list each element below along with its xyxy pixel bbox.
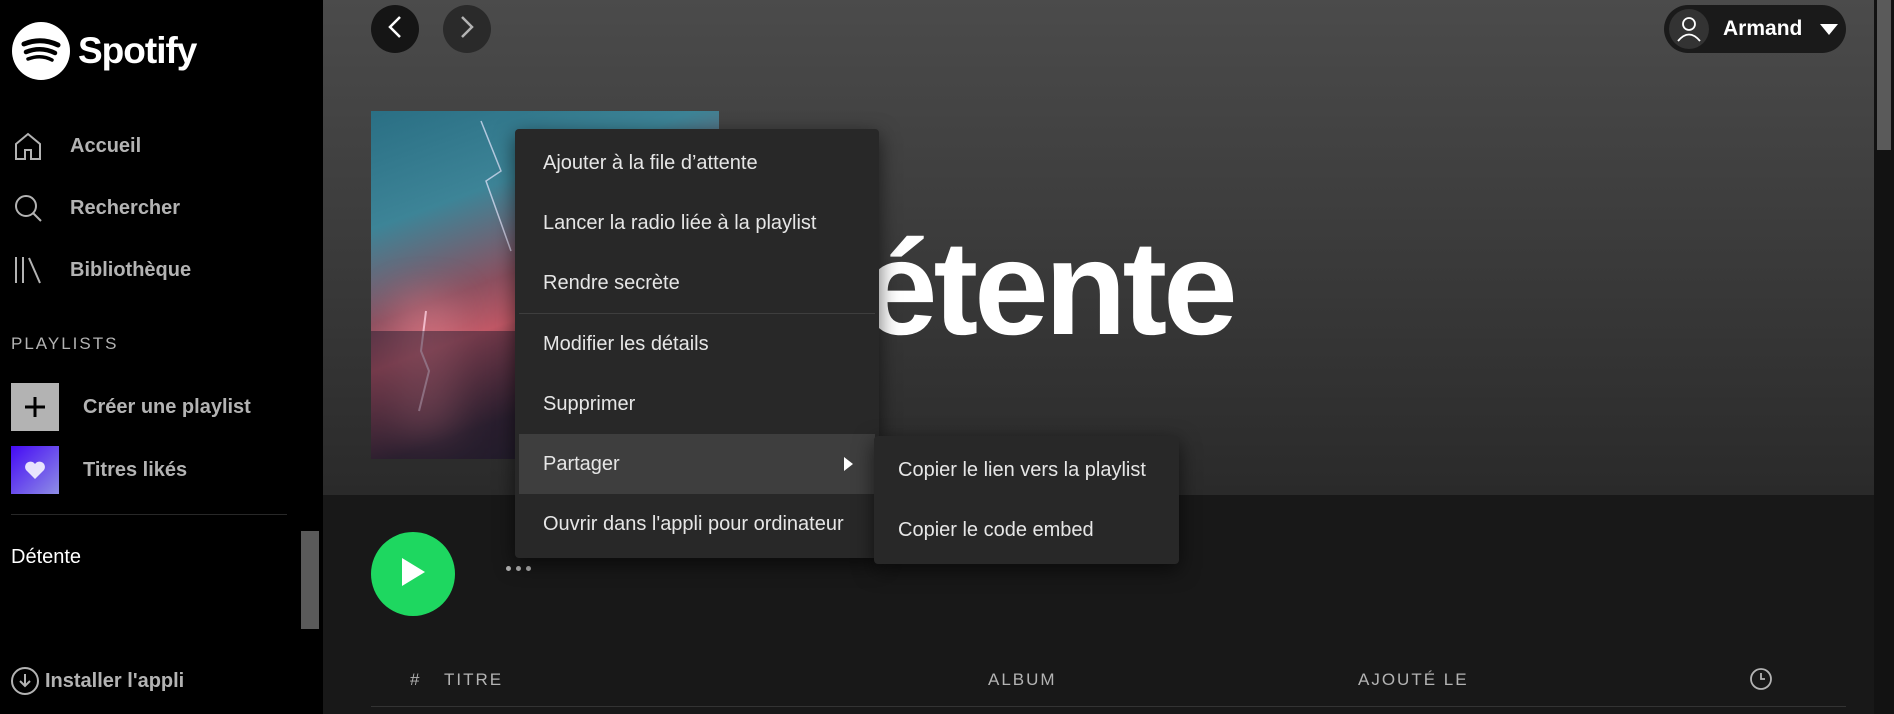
install-app-button[interactable]: Installer l'appli xyxy=(11,667,184,695)
sidebar-scrollbar[interactable] xyxy=(301,531,319,629)
play-button[interactable] xyxy=(371,532,455,616)
sidebar-playlist-detente[interactable]: Détente xyxy=(11,546,81,569)
share-submenu: Copier le lien vers la playlist Copier l… xyxy=(874,436,1179,564)
create-playlist-label: Créer une playlist xyxy=(83,395,251,418)
user-avatar-icon xyxy=(1669,9,1709,49)
search-icon xyxy=(12,192,44,224)
column-date-added[interactable]: AJOUTÉ LE xyxy=(1358,670,1469,690)
menu-item-share[interactable]: Partager xyxy=(519,434,875,494)
column-title[interactable]: TITRE xyxy=(444,670,503,690)
install-app-label: Installer l'appli xyxy=(45,669,185,692)
nav-library-label: Bibliothèque xyxy=(70,258,192,281)
download-icon xyxy=(11,667,39,695)
home-icon xyxy=(12,130,44,162)
menu-item-add-to-queue[interactable]: Ajouter à la file d’attente xyxy=(519,133,875,193)
liked-songs-button[interactable]: Titres likés xyxy=(11,446,187,494)
back-button[interactable] xyxy=(371,5,419,53)
liked-songs-label: Titres likés xyxy=(83,458,188,481)
column-album[interactable]: ALBUM xyxy=(988,670,1057,690)
menu-item-edit-details[interactable]: Modifier les détails xyxy=(519,313,875,374)
library-icon xyxy=(12,254,44,286)
menu-item-copy-embed-code[interactable]: Copier le code embed xyxy=(878,500,1175,560)
nav-item-home[interactable]: Accueil xyxy=(12,130,141,162)
nav-search-label: Rechercher xyxy=(70,196,181,219)
playlists-heading: PLAYLISTS xyxy=(11,334,119,353)
play-icon xyxy=(399,556,427,593)
plus-icon xyxy=(11,383,59,431)
clock-icon xyxy=(1749,667,1773,696)
spotify-logo-icon xyxy=(12,22,70,80)
column-number: # xyxy=(410,670,422,689)
heart-icon xyxy=(11,446,59,494)
nav-home-label: Accueil xyxy=(70,134,142,157)
brand-name: Spotify xyxy=(78,30,197,71)
menu-item-make-secret[interactable]: Rendre secrète xyxy=(519,253,875,313)
main-scrollbar-thumb[interactable] xyxy=(1877,0,1891,150)
nav-item-search[interactable]: Rechercher xyxy=(12,192,180,224)
chevron-right-icon xyxy=(459,15,475,44)
forward-button[interactable] xyxy=(443,5,491,53)
main-scrollbar[interactable] xyxy=(1874,0,1894,714)
user-menu-button[interactable]: Armand xyxy=(1664,5,1846,53)
playlist-title: étente xyxy=(863,214,1238,363)
menu-item-delete[interactable]: Supprimer xyxy=(519,374,875,434)
submenu-arrow-icon xyxy=(844,457,853,471)
nav-item-library[interactable]: Bibliothèque xyxy=(12,254,191,286)
caret-down-icon xyxy=(1820,23,1839,35)
playlist-context-menu: Ajouter à la file d’attente Lancer la ra… xyxy=(515,129,879,558)
more-options-button[interactable] xyxy=(506,566,536,571)
user-name: Armand xyxy=(1723,17,1803,40)
tracklist-header-divider xyxy=(371,706,1846,707)
menu-item-open-in-desktop-app[interactable]: Ouvrir dans l'appli pour ordinateur xyxy=(519,494,875,554)
menu-item-copy-playlist-link[interactable]: Copier le lien vers la playlist xyxy=(878,440,1175,500)
sidebar-divider xyxy=(11,514,287,515)
sidebar: Spotify Accueil Rechercher Bibliothèque … xyxy=(0,0,323,714)
create-playlist-button[interactable]: Créer une playlist xyxy=(11,383,251,431)
spotify-logo[interactable]: Spotify xyxy=(12,22,197,80)
menu-item-share-label: Partager xyxy=(543,452,620,475)
menu-item-start-radio[interactable]: Lancer la radio liée à la playlist xyxy=(519,193,875,253)
chevron-left-icon xyxy=(387,15,403,44)
